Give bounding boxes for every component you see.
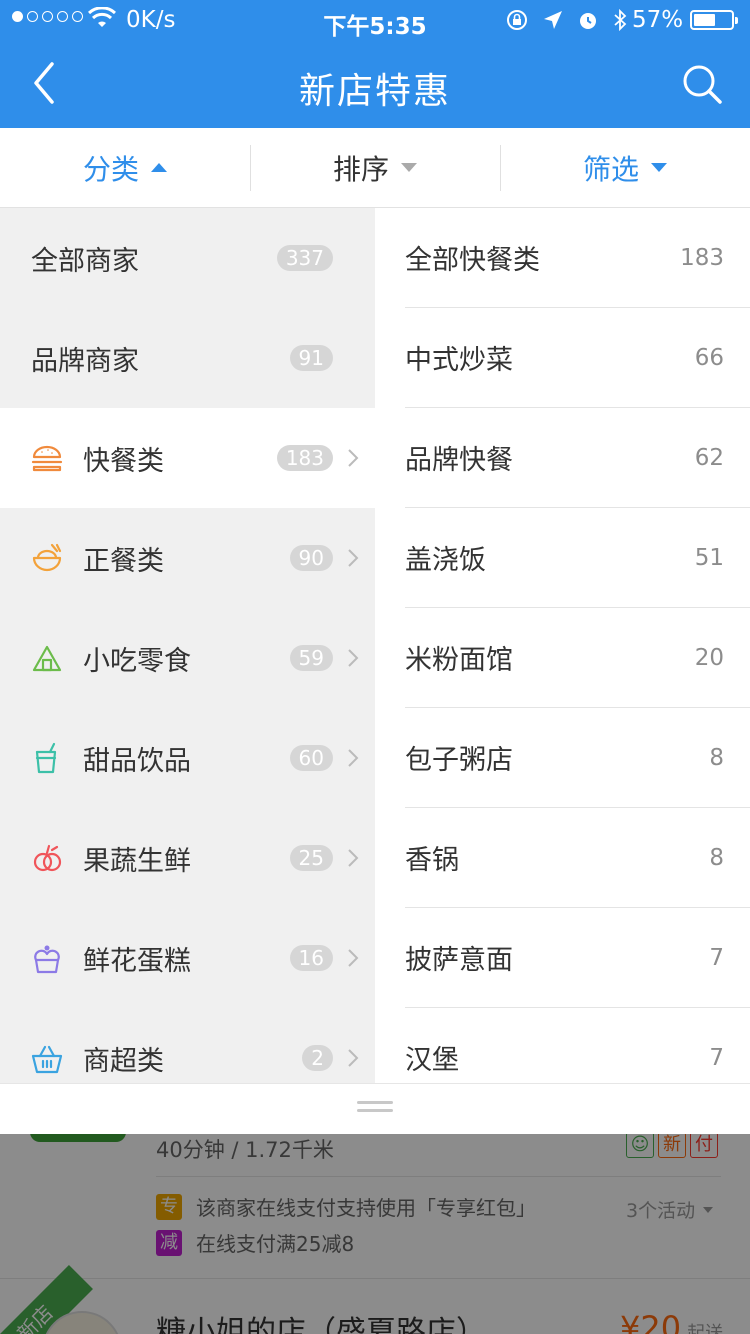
battery-percent: 57% [632,7,684,33]
filter-tab-sort[interactable]: 排序 [250,128,500,207]
subcategory-label: 中式炒菜 [405,345,513,376]
burger-icon [31,445,63,472]
shop-list-behind: 40分钟 / 1.72千米 ☺ 新 付 专 该商家在线支付支持使用「专享红包」 … [0,1134,750,1334]
category-count-badge: 337 [276,245,333,271]
filter-tab-label: 筛选 [582,152,639,186]
category-item[interactable]: 小吃零食 59 [0,608,375,708]
chevron-right-icon [348,549,359,567]
subcategory-label: 包子粥店 [405,745,513,776]
category-item[interactable]: 快餐类 183 [0,408,375,508]
subcategory-count: 8 [709,744,724,771]
category-label: 鲜花蛋糕 [83,945,191,977]
category-dropdown: 全部商家 337 品牌商家 91 快餐类 183 正餐类 90 小吃零食 59 甜品饮品 60 果蔬生鲜… [0,208,750,1083]
category-count-badge: 59 [289,645,333,671]
rotation-lock-icon [507,10,527,30]
dim-overlay[interactable] [0,1134,750,1334]
battery-icon [690,10,738,30]
subcategory-item[interactable]: 披萨意面 7 [405,908,750,1008]
location-icon [544,11,562,29]
category-count-badge: 91 [289,345,333,371]
caret-up-icon [151,163,167,172]
subcategory-count: 7 [709,944,724,971]
subcategory-item[interactable]: 米粉面馆 20 [405,608,750,708]
category-label: 商超类 [83,1045,164,1077]
chevron-right-icon [348,849,359,867]
filter-tab-filter[interactable]: 筛选 [500,128,750,207]
category-label: 正餐类 [83,545,164,577]
subcategory-label: 米粉面馆 [405,645,513,676]
fruit-icon [33,844,62,872]
status-bar: 0K/s 下午5:35 57% [0,0,750,40]
filter-tab-label: 排序 [332,152,389,186]
category-count-badge: 60 [289,745,333,771]
rice-bowl-icon [32,543,62,572]
subcategory-count: 66 [694,344,724,371]
bluetooth-icon [614,8,627,32]
subcategory-count: 62 [694,444,724,471]
subcategory-label: 全部快餐类 [405,245,540,276]
top-bar: 0K/s 下午5:35 57% 新店特惠 [0,0,750,128]
category-item[interactable]: 鲜花蛋糕 16 [0,908,375,1008]
cake-icon [34,945,60,974]
dropdown-collapse-handle[interactable] [0,1083,750,1134]
category-list: 全部商家 337 品牌商家 91 快餐类 183 正餐类 90 小吃零食 59 甜品饮品 60 果蔬生鲜… [0,208,375,1083]
category-count-badge: 2 [302,1045,333,1071]
subcategory-item[interactable]: 汉堡 7 [405,1008,750,1083]
handle-line [357,1101,393,1104]
category-item[interactable]: 全部商家 337 [0,208,375,308]
subcategory-item[interactable]: 品牌快餐 62 [405,408,750,508]
subcategory-label: 香锅 [405,845,459,876]
subcategory-item[interactable]: 盖浇饭 51 [405,508,750,608]
subcategory-item[interactable]: 包子粥店 8 [405,708,750,808]
category-item[interactable]: 商超类 2 [0,1008,375,1083]
snack-icon [32,645,62,672]
subcategory-item[interactable]: 全部快餐类 183 [405,208,750,308]
category-label: 品牌商家 [31,345,139,377]
basket-icon [31,1045,63,1074]
drink-icon [35,742,57,774]
filter-tab-category[interactable]: 分类 [0,128,250,207]
chevron-right-icon [348,949,359,967]
subcategory-count: 51 [694,544,724,571]
chevron-right-icon [348,649,359,667]
category-label: 果蔬生鲜 [83,845,191,877]
category-label: 快餐类 [83,445,164,477]
subcategory-label: 汉堡 [405,1045,459,1076]
alarm-icon [580,13,596,29]
subcategory-label: 品牌快餐 [405,445,513,476]
filter-tab-label: 分类 [82,152,139,186]
subcategory-count: 8 [709,844,724,871]
category-label: 小吃零食 [83,645,191,677]
category-count-badge: 16 [289,945,333,971]
subcategory-list: 全部快餐类 183 中式炒菜 66 品牌快餐 62 盖浇饭 51 米粉面馆 20 包子粥店 8 香锅 8 披… [375,208,750,1083]
subcategory-count: 20 [694,644,724,671]
subcategory-item[interactable]: 中式炒菜 66 [405,308,750,408]
category-label: 全部商家 [31,245,139,277]
handle-line [357,1109,393,1112]
subcategory-label: 盖浇饭 [405,545,486,576]
search-icon[interactable] [680,62,724,106]
subcategory-count: 7 [709,1044,724,1071]
subcategory-label: 披萨意面 [405,945,513,976]
page-title: 新店特惠 [298,71,451,112]
category-item[interactable]: 品牌商家 91 [0,308,375,408]
chevron-right-icon [348,1049,359,1067]
filter-bar: 分类 排序 筛选 [0,128,750,208]
chevron-right-icon [348,449,359,467]
category-count-badge: 183 [276,445,333,471]
category-count-badge: 90 [289,545,333,571]
subcategory-item[interactable]: 香锅 8 [405,808,750,908]
category-count-badge: 25 [289,845,333,871]
category-item[interactable]: 果蔬生鲜 25 [0,808,375,908]
category-item[interactable]: 甜品饮品 60 [0,708,375,808]
caret-down-icon [651,163,667,172]
category-label: 甜品饮品 [83,745,191,777]
chevron-right-icon [348,749,359,767]
caret-down-icon [401,163,417,172]
subcategory-count: 183 [680,244,724,271]
category-item[interactable]: 正餐类 90 [0,508,375,608]
